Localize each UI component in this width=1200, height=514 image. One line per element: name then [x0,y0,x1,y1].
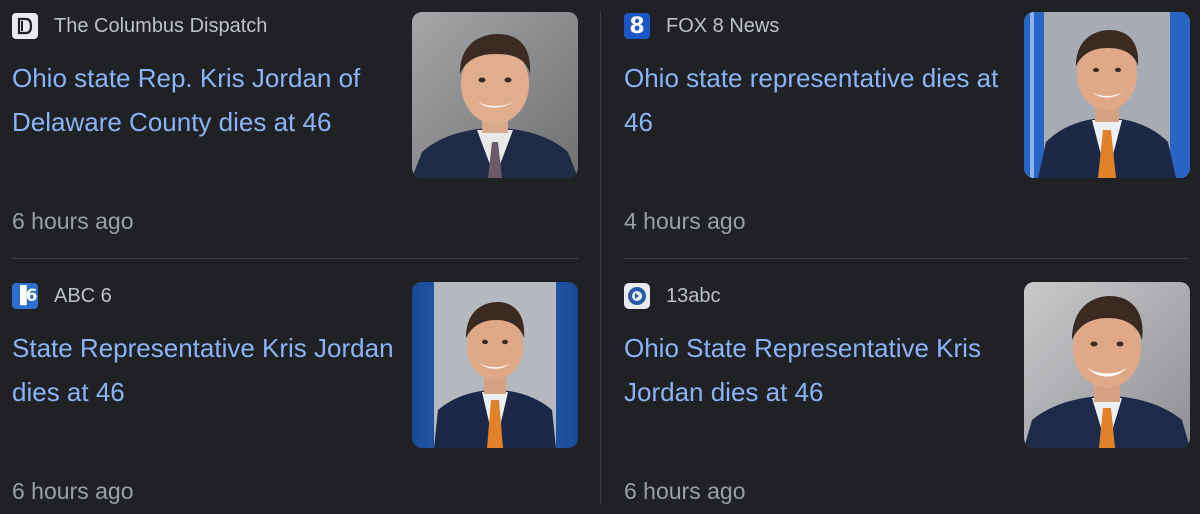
news-card-13abc[interactable]: 13abc Ohio State Representative Kris Jor… [612,270,1190,514]
news-card-abc6[interactable]: ▐6 ABC 6 State Representative Kris Jorda… [0,270,578,514]
fox8-logo-icon: 8 [624,13,650,39]
dispatch-logo-icon [12,13,38,39]
article-thumbnail[interactable] [412,282,578,448]
column-divider [600,12,601,504]
news-card-columbus-dispatch[interactable]: The Columbus Dispatch Ohio state Rep. Kr… [0,0,578,258]
article-thumbnail[interactable] [412,12,578,178]
timestamp: 6 hours ago [624,478,746,504]
news-source: 8 FOX 8 News [624,12,779,40]
news-grid: The Columbus Dispatch Ohio state Rep. Kr… [0,0,1200,514]
timestamp: 4 hours ago [624,208,746,234]
timestamp: 6 hours ago [12,478,134,504]
source-name: ABC 6 [54,284,112,307]
abc6-logo-icon: ▐6 [12,283,38,309]
headline-link[interactable]: State Representative Kris Jordan dies at… [12,326,397,414]
headline-link[interactable]: Ohio state representative dies at 46 [624,56,1009,144]
row-divider-left [12,258,578,259]
news-source: ▐6 ABC 6 [12,282,112,310]
headline-link[interactable]: Ohio state Rep. Kris Jordan of Delaware … [12,56,397,144]
article-thumbnail[interactable] [1024,282,1190,448]
13abc-logo-icon [624,283,650,309]
timestamp: 6 hours ago [12,208,134,234]
headline-link[interactable]: Ohio State Representative Kris Jordan di… [624,326,1009,414]
news-source: The Columbus Dispatch [12,12,267,40]
news-source: 13abc [624,282,721,310]
article-thumbnail[interactable] [1024,12,1190,178]
source-name: FOX 8 News [666,14,780,37]
source-name: 13abc [666,284,721,307]
row-divider-right [624,258,1189,259]
source-name: The Columbus Dispatch [54,14,268,37]
news-card-fox8[interactable]: 8 FOX 8 News Ohio state representative d… [612,0,1190,258]
